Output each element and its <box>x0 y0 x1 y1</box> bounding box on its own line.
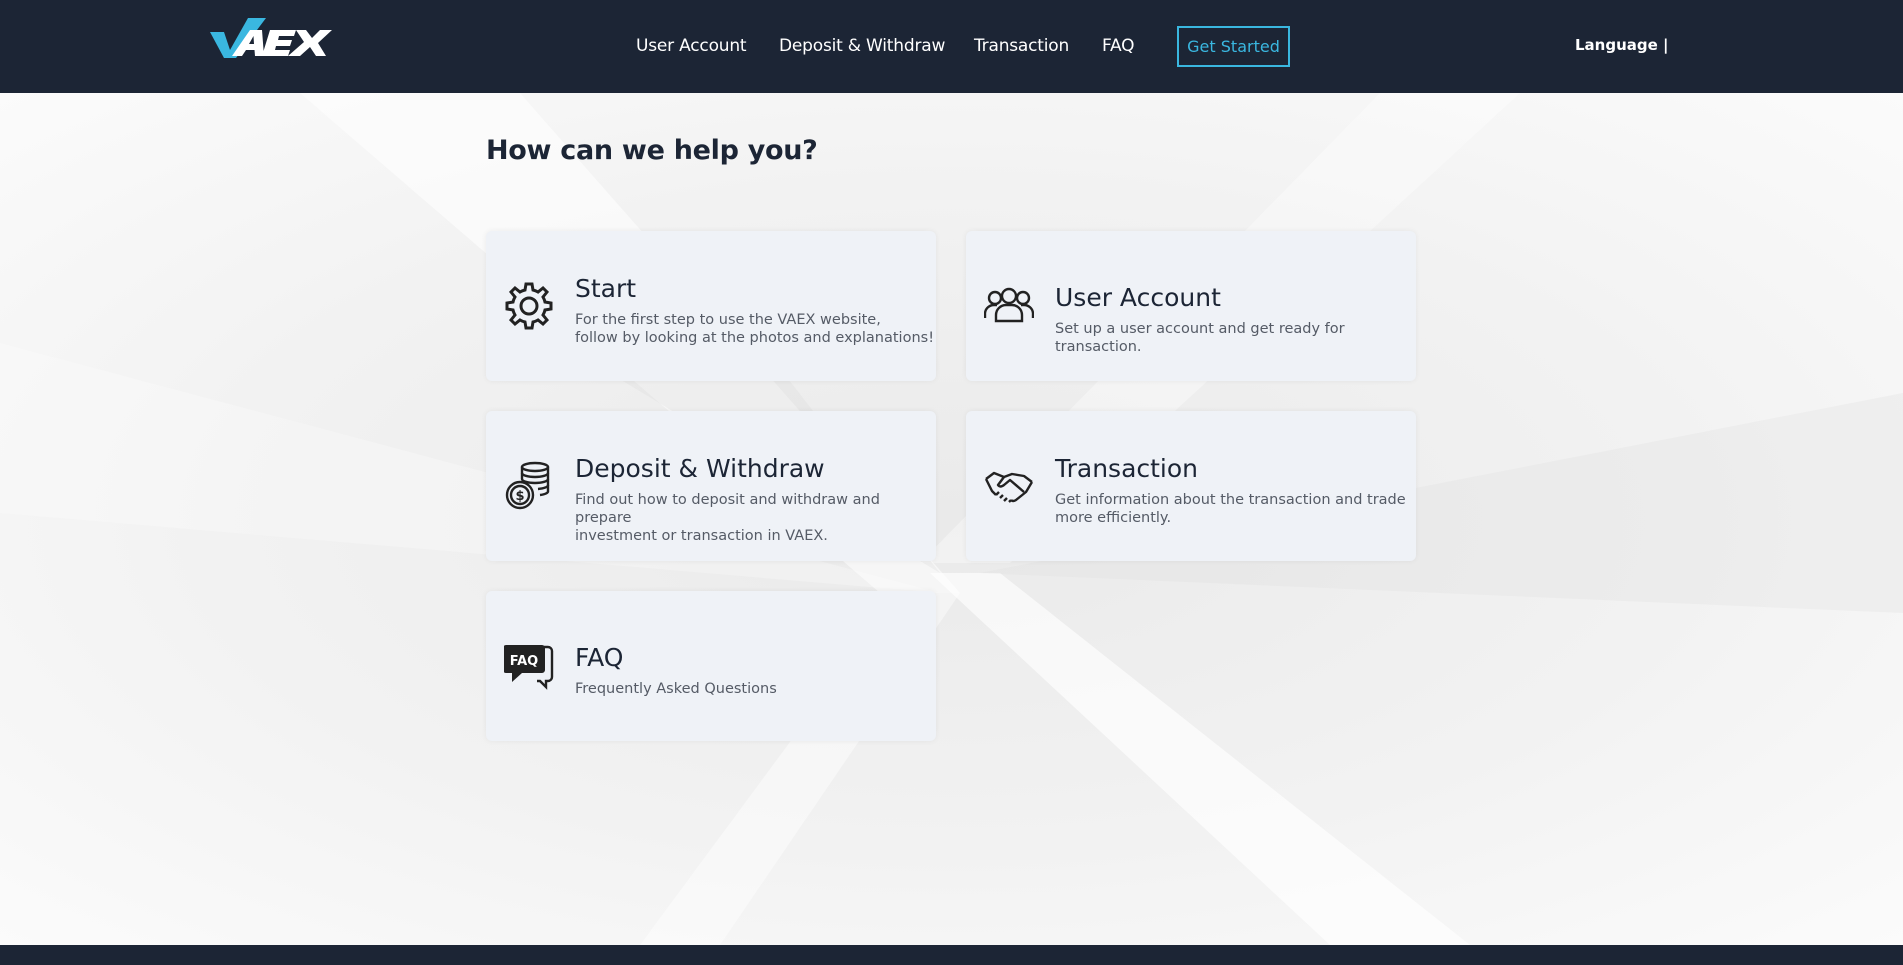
handshake-icon <box>984 461 1034 511</box>
users-icon <box>983 281 1035 331</box>
card-description: For the first step to use the VAEX websi… <box>575 312 935 346</box>
card-description: Get information about the transaction an… <box>1055 492 1406 526</box>
get-started-button[interactable]: Get Started <box>1177 26 1290 67</box>
nav-transaction[interactable]: Transaction <box>974 36 1069 56</box>
language-selector[interactable]: Language | <box>1575 36 1669 54</box>
coins-icon: $ <box>504 461 554 511</box>
card-deposit-withdraw[interactable]: $ Deposit & Withdraw Find out how to dep… <box>486 411 936 561</box>
card-title: FAQ <box>575 643 624 672</box>
footer-bar <box>0 945 1903 965</box>
svg-text:FAQ: FAQ <box>510 654 539 669</box>
top-navigation-bar: User Account Deposit & Withdraw Transact… <box>0 0 1903 93</box>
svg-text:$: $ <box>515 489 524 504</box>
nav-deposit-withdraw[interactable]: Deposit & Withdraw <box>779 36 945 56</box>
card-title: Transaction <box>1055 454 1199 483</box>
card-description: Find out how to deposit and withdraw and… <box>575 492 880 544</box>
card-description: Frequently Asked Questions <box>575 681 777 697</box>
card-title: Start <box>575 274 637 303</box>
card-description: Set up a user account and get ready for … <box>1055 321 1345 355</box>
page-title: How can we help you? <box>486 135 818 166</box>
card-start[interactable]: Start For the first step to use the VAEX… <box>486 231 936 381</box>
help-center-content <box>0 93 1903 945</box>
card-title: User Account <box>1055 283 1221 312</box>
faq-icon: FAQ <box>503 641 554 691</box>
card-faq[interactable]: FAQ FAQ Frequently Asked Questions <box>486 591 936 741</box>
gear-icon <box>504 281 554 331</box>
card-title: Deposit & Withdraw <box>575 454 825 483</box>
card-user-account[interactable]: User Account Set up a user account and g… <box>966 231 1416 381</box>
background-decoration <box>0 93 1903 945</box>
nav-user-account[interactable]: User Account <box>636 36 747 56</box>
card-transaction[interactable]: Transaction Get information about the tr… <box>966 411 1416 561</box>
nav-faq[interactable]: FAQ <box>1102 36 1135 56</box>
